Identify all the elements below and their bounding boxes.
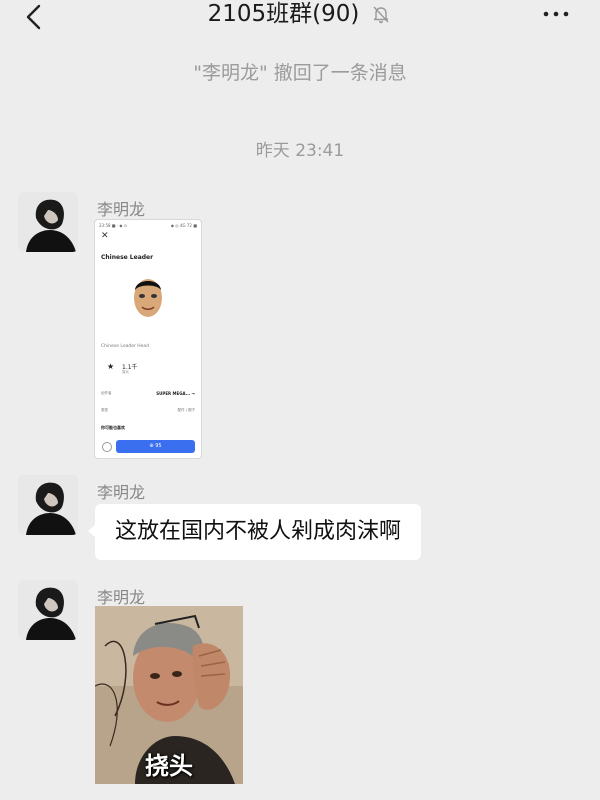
shared-screenshot-image[interactable]: 23:58 ■ · ◆ ⊙ ◆ ◎ 4G 72 ■ ✕ Chinese Lead… [94,219,202,459]
status-bar-left: 23:58 ■ · ◆ ⊙ [99,223,128,228]
close-icon: ✕ [101,231,109,241]
type-label: 类型 [101,408,108,412]
sender-name: 李明龙 [97,588,146,607]
sender-avatar[interactable] [18,192,78,252]
like-count-label: 喜欢 [122,370,129,374]
item-subtitle: Chinese Leader Head [101,344,150,349]
buy-button: ⊕ 95 [116,440,195,453]
star-icon: ★ [107,362,115,371]
text-bubble[interactable]: 这放在国内不被人剁成肉沫啊 [87,504,422,560]
message-timestamp: 昨天 23:41 [255,141,345,161]
more-options-icon[interactable] [540,4,572,24]
sender-name: 李明龙 [97,483,146,502]
circle-icon [102,442,112,452]
type-value: 配件 | 帽子 [177,408,195,412]
creator-value: SUPER MEGA... → [156,391,195,396]
sender-avatar[interactable] [18,475,78,535]
status-bar-right: ◆ ◎ 4G 72 ■ [170,223,197,228]
creator-label: 创作者 [101,391,112,395]
recall-notice: "李明龙" 撤回了一条消息 [193,62,407,84]
recommend-label: 你可能也喜欢 [101,425,125,430]
chat-header: 2105班群(90) [0,0,600,40]
chat-title[interactable]: 2105班群(90) [208,0,360,28]
sticker-image[interactable]: 挠头 [95,606,243,784]
bell-off-icon [373,6,389,24]
sticker-caption: 挠头 [145,752,193,780]
caricature-head-image [134,279,162,317]
sender-avatar[interactable] [18,580,78,640]
item-title: Chinese Leader [101,254,154,261]
sender-name: 李明龙 [97,200,146,219]
chat-title-wrap: 2105班群(90) [0,0,600,30]
